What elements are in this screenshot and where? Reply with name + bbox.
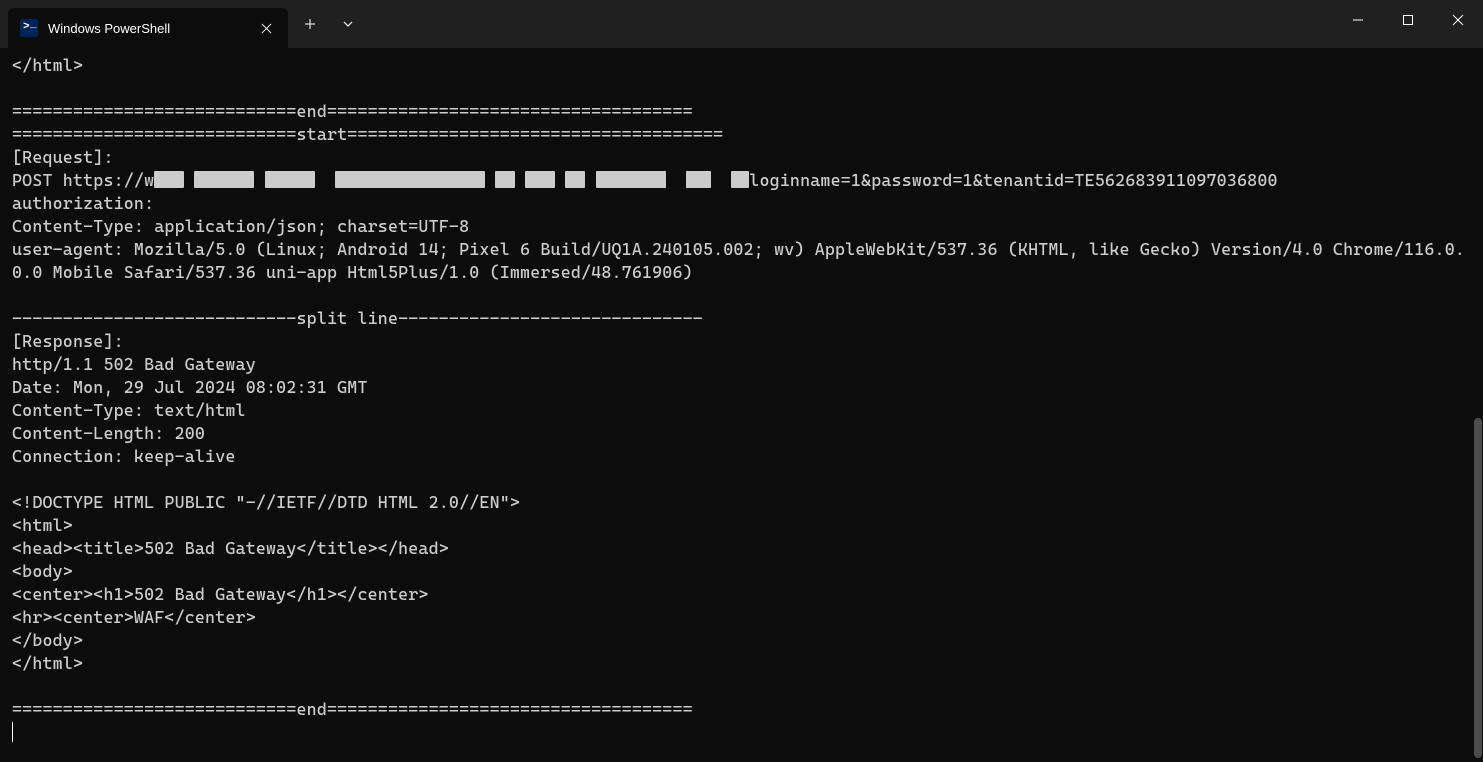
- output-line: http/1.1 502 Bad Gateway: [12, 354, 256, 374]
- tab-actions: [288, 0, 366, 48]
- tab-region: Windows PowerShell: [0, 0, 288, 48]
- scrollbar-vertical[interactable]: [1471, 48, 1483, 762]
- new-tab-button[interactable]: [292, 6, 328, 42]
- window-controls: [1333, 0, 1483, 40]
- output-line: </html>: [12, 653, 83, 673]
- redacted-segment: [731, 171, 749, 188]
- output-line-url-part1: POST https://w: [12, 170, 154, 190]
- titlebar: Windows PowerShell: [0, 0, 1483, 48]
- maximize-button[interactable]: [1383, 0, 1433, 40]
- redacted-segment: [154, 171, 184, 188]
- tab-dropdown-button[interactable]: [330, 6, 366, 42]
- redacted-segment: [596, 171, 666, 188]
- minimize-button[interactable]: [1333, 0, 1383, 40]
- close-window-button[interactable]: [1433, 0, 1483, 40]
- output-line: ============================end=========…: [12, 699, 693, 719]
- output-line: <hr><center>WAF</center>: [12, 607, 256, 627]
- redacted-segment: [686, 171, 711, 188]
- output-line: [Response]:: [12, 331, 124, 351]
- output-line: Content-Type: text/html: [12, 400, 246, 420]
- output-line: ============================start=======…: [12, 124, 723, 144]
- output-line: <body>: [12, 561, 73, 581]
- output-line: <html>: [12, 515, 73, 535]
- output-line-url-part2: loginname=1&password=1&tenantid=TE562683…: [749, 170, 1277, 190]
- terminal-cursor: [12, 722, 13, 742]
- tab-title: Windows PowerShell: [48, 21, 246, 36]
- output-line: authorization:: [12, 193, 154, 213]
- output-line: Content-Type: application/json; charset=…: [12, 216, 469, 236]
- output-line: Date: Mon, 29 Jul 2024 08:02:31 GMT: [12, 377, 368, 397]
- output-line: ============================end=========…: [12, 101, 693, 121]
- output-line: Content-Length: 200: [12, 423, 205, 443]
- output-line: </html>: [12, 55, 83, 75]
- output-line: user-agent: Mozilla/5.0 (Linux; Android …: [12, 239, 1465, 282]
- output-line: <center><h1>502 Bad Gateway</h1></center…: [12, 584, 429, 604]
- close-tab-button[interactable]: [256, 18, 276, 38]
- output-line: Connection: keep-alive: [12, 446, 236, 466]
- output-line: </body>: [12, 630, 83, 650]
- redacted-segment: [495, 171, 515, 188]
- scrollbar-thumb[interactable]: [1474, 418, 1482, 758]
- output-line: <head><title>502 Bad Gateway</title></he…: [12, 538, 449, 558]
- output-line: <!DOCTYPE HTML PUBLIC "-//IETF//DTD HTML…: [12, 492, 520, 512]
- powershell-icon: [20, 19, 38, 37]
- output-line: ----------------------------split line--…: [12, 308, 703, 328]
- redacted-segment: [565, 171, 585, 188]
- redacted-segment: [265, 171, 315, 188]
- redacted-segment: [335, 171, 485, 188]
- output-line: [Request]:: [12, 147, 114, 167]
- redacted-segment: [194, 171, 254, 188]
- tab-active[interactable]: Windows PowerShell: [8, 8, 288, 48]
- terminal-output[interactable]: </html> ============================end=…: [0, 48, 1483, 750]
- redacted-segment: [525, 171, 555, 188]
